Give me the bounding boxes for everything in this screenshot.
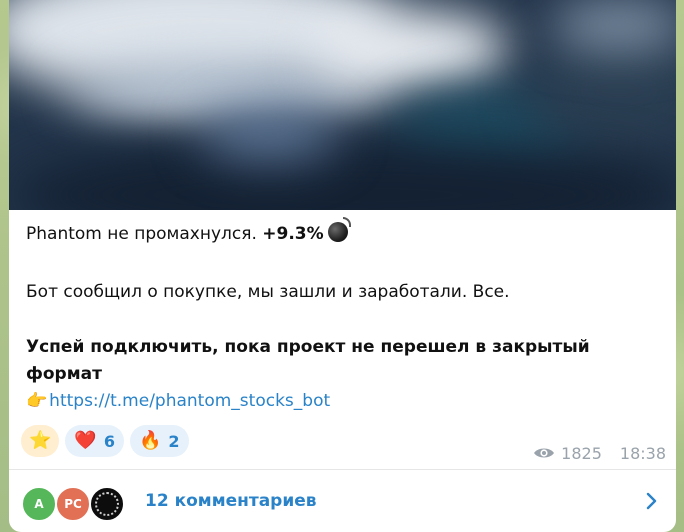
reaction-count: 2 [168, 431, 180, 451]
message-text: Phantom не промахнулся. [26, 224, 263, 244]
reactions-bar: ⭐ ❤️ 6 🔥 2 [21, 425, 189, 457]
message-line-2: Бот сообщил о покупке, мы зашли и зарабо… [26, 282, 510, 302]
message-time: 18:38 [619, 443, 666, 463]
heart-icon: ❤️ [74, 430, 97, 451]
message-meta: 1825 18:38 [533, 442, 666, 464]
percent-gain: +9.3% [262, 224, 324, 244]
reaction-fire[interactable]: 🔥 2 [129, 425, 189, 457]
pointing-hand-icon: 👉 [26, 391, 48, 411]
comments-button[interactable]: A PC 12 комментариев [9, 470, 676, 532]
reaction-star[interactable]: ⭐ [21, 425, 60, 457]
reaction-count: 6 [103, 431, 115, 451]
avatar: A [21, 486, 57, 522]
comments-label: 12 комментариев [145, 491, 317, 511]
star-icon: ⭐ [29, 430, 52, 451]
commenter-avatars: A PC [21, 481, 131, 522]
message-line-3: Успей подключить, пока проект не перешел… [26, 337, 590, 357]
chevron-right-icon [646, 492, 658, 514]
message-bubble: Phantom не промахнулся. +9.3% Бот сообщи… [9, 0, 676, 532]
message-line-4: формат [26, 364, 102, 384]
avatar: PC [55, 486, 91, 522]
avatar [89, 486, 125, 522]
bot-link[interactable]: https://t.me/phantom_stocks_bot [49, 391, 330, 411]
reaction-heart[interactable]: ❤️ 6 [65, 425, 124, 457]
blurred-media-preview[interactable] [9, 0, 676, 210]
views-count: 1825 [561, 443, 602, 463]
eye-icon [533, 446, 555, 460]
message-line-1: Phantom не промахнулся. +9.3% [26, 217, 351, 244]
message-link-line: 👉 https://t.me/phantom_stocks_bot [26, 391, 330, 411]
fire-icon: 🔥 [138, 430, 162, 451]
bomb-icon [327, 217, 351, 242]
